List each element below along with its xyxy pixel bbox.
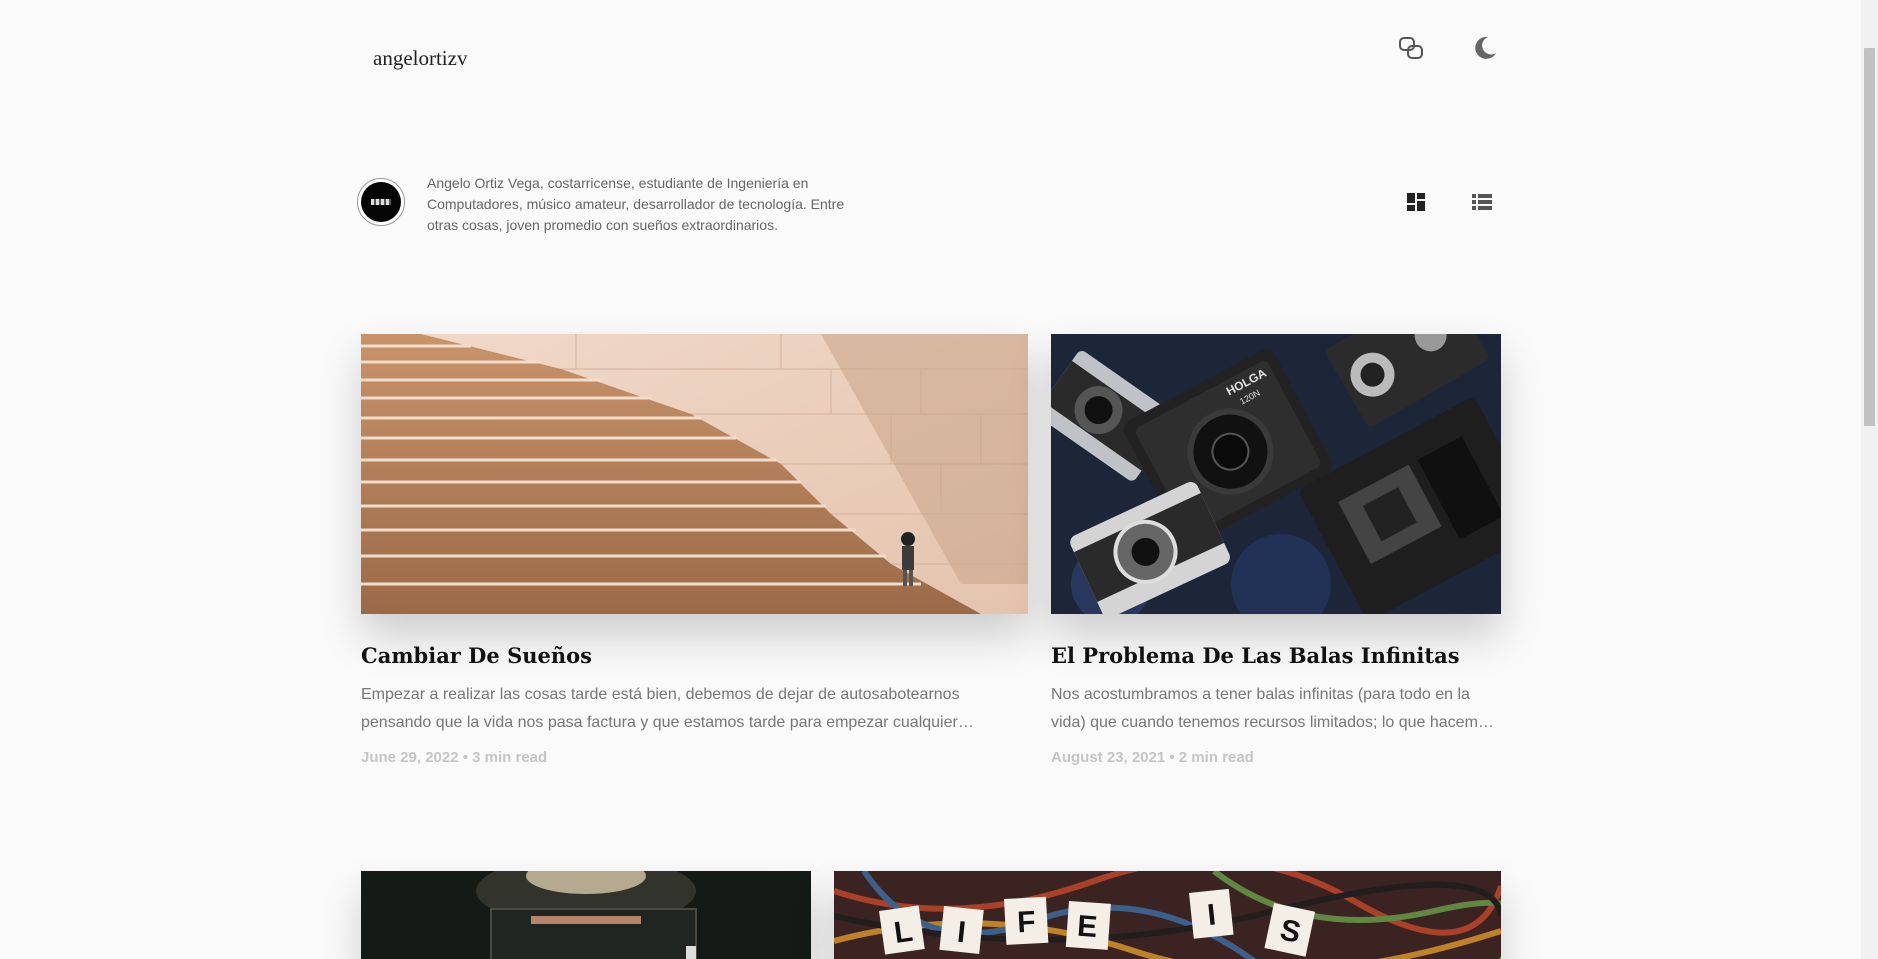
post-title[interactable]: El Problema De Las Balas Infinitas bbox=[1051, 643, 1460, 668]
grid-view-icon[interactable] bbox=[1402, 188, 1430, 216]
list-view-icon[interactable] bbox=[1468, 188, 1496, 216]
post-image-stairs[interactable] bbox=[361, 334, 1028, 614]
post-image-scrabble[interactable]: L I F E I S bbox=[834, 871, 1501, 959]
post-excerpt: Nos acostumbramos a tener balas infinita… bbox=[1051, 681, 1496, 737]
scrabble-letter: F bbox=[1016, 905, 1036, 939]
post-excerpt-line-1: Empezar a realizar las cosas tarde está … bbox=[361, 686, 960, 703]
scrollbar-thumb[interactable] bbox=[1864, 48, 1875, 426]
scrabble-letter: E bbox=[1076, 910, 1098, 944]
author-bio: Angelo Ortiz Vega, costarricense, estudi… bbox=[427, 175, 845, 233]
post-meta: June 29, 2022 • 3 min read bbox=[361, 749, 548, 766]
scrollbar[interactable] bbox=[1861, 0, 1878, 959]
post-excerpt-line-2: pensando que la vida nos pasa factura y … bbox=[361, 714, 974, 731]
avatar[interactable] bbox=[357, 178, 405, 226]
page: angelortizv Angelo Ortiz Vega, costarric… bbox=[0, 0, 1878, 959]
post-excerpt-line-1: Nos acostumbramos a tener balas infinita… bbox=[1051, 686, 1470, 703]
site-title[interactable]: angelortizv bbox=[373, 46, 467, 71]
link-icon[interactable] bbox=[1396, 33, 1426, 63]
post-meta: August 23, 2021 • 2 min read bbox=[1051, 749, 1254, 766]
post-excerpt-line-2: vida) que cuando tenemos recursos limita… bbox=[1051, 714, 1494, 731]
post-image-doorway[interactable] bbox=[361, 871, 811, 959]
post-excerpt: Empezar a realizar las cosas tarde está … bbox=[361, 681, 986, 737]
post-title[interactable]: Cambiar De Sueños bbox=[361, 643, 592, 668]
moon-icon[interactable] bbox=[1470, 33, 1500, 63]
post-image-cameras[interactable]: HOLGA 120N bbox=[1051, 334, 1501, 614]
